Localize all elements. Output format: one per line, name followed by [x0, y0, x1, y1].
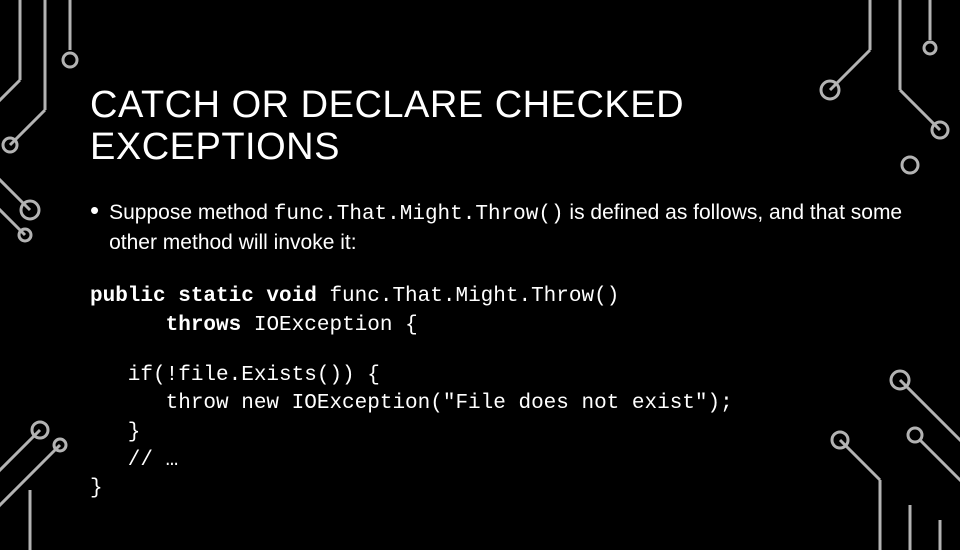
- code-throws-type: IOException {: [241, 314, 417, 337]
- bullet-method-name: func.That.Might.Throw(): [274, 203, 564, 226]
- code-func-name: func.That.Might.Throw(): [317, 285, 619, 308]
- code-body: if(!file.Exists()) { throw new IOExcepti…: [90, 362, 910, 504]
- code-throws-kw: throws: [166, 314, 242, 337]
- bullet-text-prefix: Suppose method: [109, 201, 274, 224]
- bullet-dot: •: [90, 197, 99, 258]
- code-keywords: public static void: [90, 285, 317, 308]
- code-throws-indent: [90, 314, 166, 337]
- slide-title: CATCH OR DECLARE CHECKED EXCEPTIONS: [90, 85, 910, 169]
- bullet-item: • Suppose method func.That.Might.Throw()…: [90, 199, 910, 258]
- code-signature: public static void func.That.Might.Throw…: [90, 283, 910, 340]
